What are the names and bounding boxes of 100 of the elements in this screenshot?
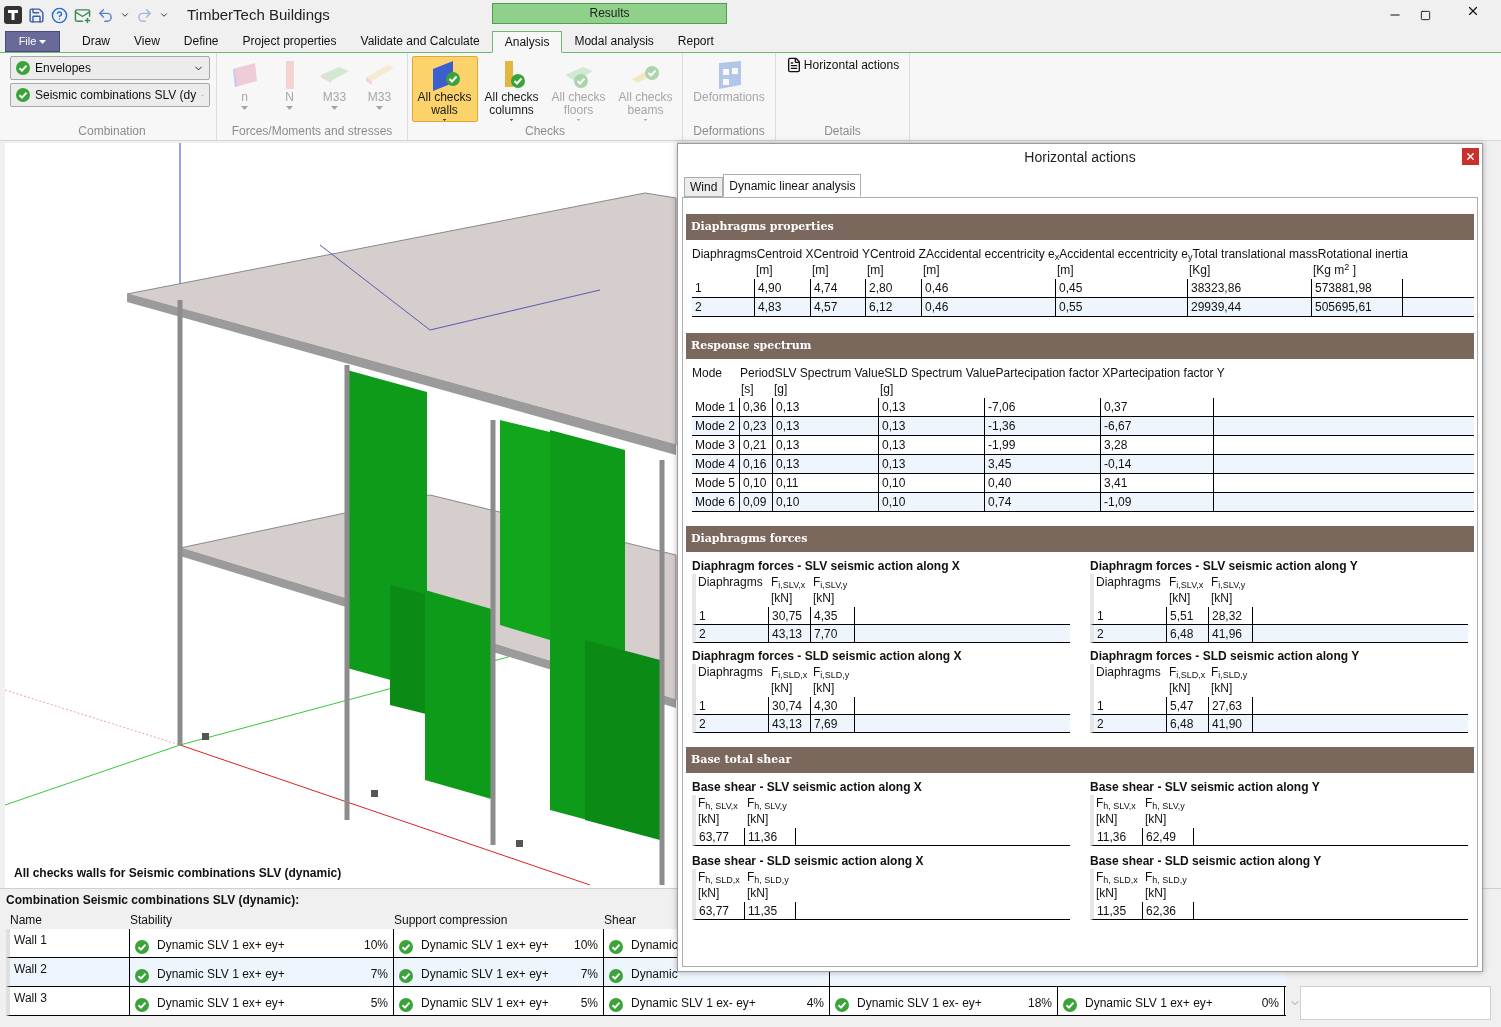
unit-label: [Kg]	[1189, 263, 1211, 277]
table-cell: 0,21	[743, 438, 767, 452]
table-cell: 63,77	[699, 830, 730, 844]
table-title: Combination Seismic combinations SLV (dynamic):	[6, 892, 300, 909]
section-header: Response spectrum	[686, 333, 1474, 359]
check-combination: Dynamic SLV 1 ex+ ey+	[421, 966, 549, 983]
tab[interactable]: Wind	[684, 177, 724, 197]
close-icon	[1466, 4, 1480, 18]
table-title: Base shear - SLV seismic action along X	[692, 779, 923, 795]
ratio-value: 18%	[1027, 995, 1052, 1012]
unit-label: [kN]	[771, 681, 793, 695]
table-cell: 11,35	[748, 904, 778, 918]
column-header: Diaphragms	[692, 246, 757, 263]
column-header: Support compression	[394, 913, 508, 927]
check-icon	[609, 998, 623, 1012]
table-cell: Wall 3	[14, 991, 47, 1005]
save-icon[interactable]	[28, 6, 45, 24]
ratio-value: 0%	[1261, 995, 1279, 1012]
group-label: Details	[823, 123, 862, 140]
check-icon	[135, 940, 149, 954]
caret-icon[interactable]	[159, 10, 169, 20]
table-cell: 0,13	[882, 419, 906, 433]
table-cell: 0,10	[882, 476, 906, 490]
ribbon-tab[interactable]: Report	[665, 30, 726, 52]
column-header: SLV Spectrum Value	[774, 365, 885, 382]
app-logo-icon	[4, 6, 22, 24]
table-cell: 0,55	[1059, 300, 1083, 314]
ribbon-tab[interactable]: Validate and Calculate	[348, 30, 492, 52]
table-cell: 28,32	[1212, 609, 1243, 623]
group-label: Combination	[77, 123, 147, 140]
undo-icon[interactable]	[97, 6, 114, 24]
file-menu-button[interactable]: File	[5, 31, 60, 52]
maximize-icon[interactable]	[1420, 9, 1431, 21]
check-combination: Dynamic SLV 1 ex- ey+	[631, 995, 756, 1012]
group-label: Forces/Moments and stresses	[230, 123, 394, 140]
ribbon-button[interactable]: All checks walls	[411, 56, 478, 122]
ribbon-tab[interactable]: Define	[171, 30, 231, 52]
tab[interactable]: Dynamic linear analysis	[723, 174, 862, 197]
column-header: Period	[740, 365, 775, 382]
mail-icon[interactable]	[74, 6, 91, 24]
column-header: Total translational mass	[1192, 246, 1318, 261]
caret-icon[interactable]	[120, 10, 130, 20]
section-header: Diaphragms properties	[686, 214, 1474, 240]
table-cell: 0,45	[1059, 281, 1083, 295]
ribbon-tab[interactable]: Project properties	[230, 30, 349, 52]
table-title: Diaphragm forces - SLV seismic action along X	[692, 558, 961, 574]
table-cell: 11,36	[1097, 830, 1127, 844]
ribbon-tab[interactable]: Modal analysis	[562, 30, 666, 52]
table-cell: 30,75	[772, 609, 803, 623]
ratio-value: 7%	[370, 966, 388, 983]
table-cell: 4,83	[758, 300, 782, 314]
unit-label: [kN]	[698, 812, 720, 826]
unit-label: [m]	[756, 263, 773, 277]
section-header: Diaphragms forces	[686, 526, 1474, 552]
check-combination: Dynamic	[631, 966, 678, 983]
table-cell: -0,14	[1104, 457, 1132, 471]
group-label: Checks	[524, 123, 566, 140]
column-header: F$_{i,SLD,x}$	[771, 665, 808, 679]
column-header: Centroid X	[756, 246, 814, 263]
table-cell: 0,13	[776, 457, 800, 471]
column-header: Partecipation factor X	[995, 365, 1111, 382]
unit-label: [m]	[812, 263, 829, 277]
ribbon-tab[interactable]: Analysis	[491, 31, 563, 53]
table-title: Base shear - SLD seismic action along X	[692, 853, 925, 869]
combination-dropdown[interactable]: Envelopes	[10, 56, 210, 80]
table-cell: 11,36	[748, 830, 778, 844]
ribbon-button[interactable]: All checks columns	[478, 56, 545, 122]
ribbon-button[interactable]: Horizontal actions	[785, 56, 900, 74]
column-header: F$_{i,SLD,y}$	[813, 665, 850, 679]
table-cell: -7,06	[988, 400, 1016, 414]
table-cell: 0,10	[743, 476, 767, 490]
unit-label: [kN]	[1145, 886, 1167, 900]
table-cell: -1,36	[988, 419, 1016, 433]
unit-label: [m]	[923, 263, 940, 277]
column-header: F$_{i,SLV,y}$	[1211, 575, 1246, 589]
table-cell: 5,47	[1170, 699, 1194, 713]
table-cell: -1,09	[1104, 495, 1132, 509]
table-cell: 30,74	[772, 699, 803, 713]
column-header: F$_{i,SLD,x}$	[1169, 665, 1206, 679]
unit-label: [kN]	[698, 886, 720, 900]
table-cell: 0,46	[925, 300, 949, 314]
table-cell: 62,49	[1146, 830, 1177, 844]
ribbon-tab[interactable]: View	[122, 30, 172, 52]
unit-label: [s]	[741, 382, 754, 396]
ribbon-tab[interactable]: Draw	[70, 30, 122, 52]
combination-dropdown[interactable]: Seismic combinations SLV (dy	[10, 83, 210, 107]
table-cell: 3,28	[1104, 438, 1128, 452]
table-cell: 0,40	[988, 476, 1012, 490]
table-cell: 6,48	[1170, 627, 1194, 641]
column-header: F$_{h, SLV,x}$	[698, 796, 738, 810]
table-cell: 0,11	[776, 476, 799, 490]
table-cell: Mode 2	[695, 419, 736, 433]
close-button[interactable]	[1462, 148, 1479, 165]
column-header: F$_{i,SLD,y}$	[1211, 665, 1248, 679]
table-cell: 6,48	[1170, 717, 1194, 731]
help-icon[interactable]	[51, 6, 68, 24]
unit-label: [kN]	[1145, 812, 1167, 826]
viewport-caption: All checks walls for Seismic combinations SLV (dynamic)	[14, 865, 342, 882]
column-header: F$_{i,SLV,x}$	[771, 575, 806, 589]
unit-label: [kN]	[1169, 591, 1191, 605]
